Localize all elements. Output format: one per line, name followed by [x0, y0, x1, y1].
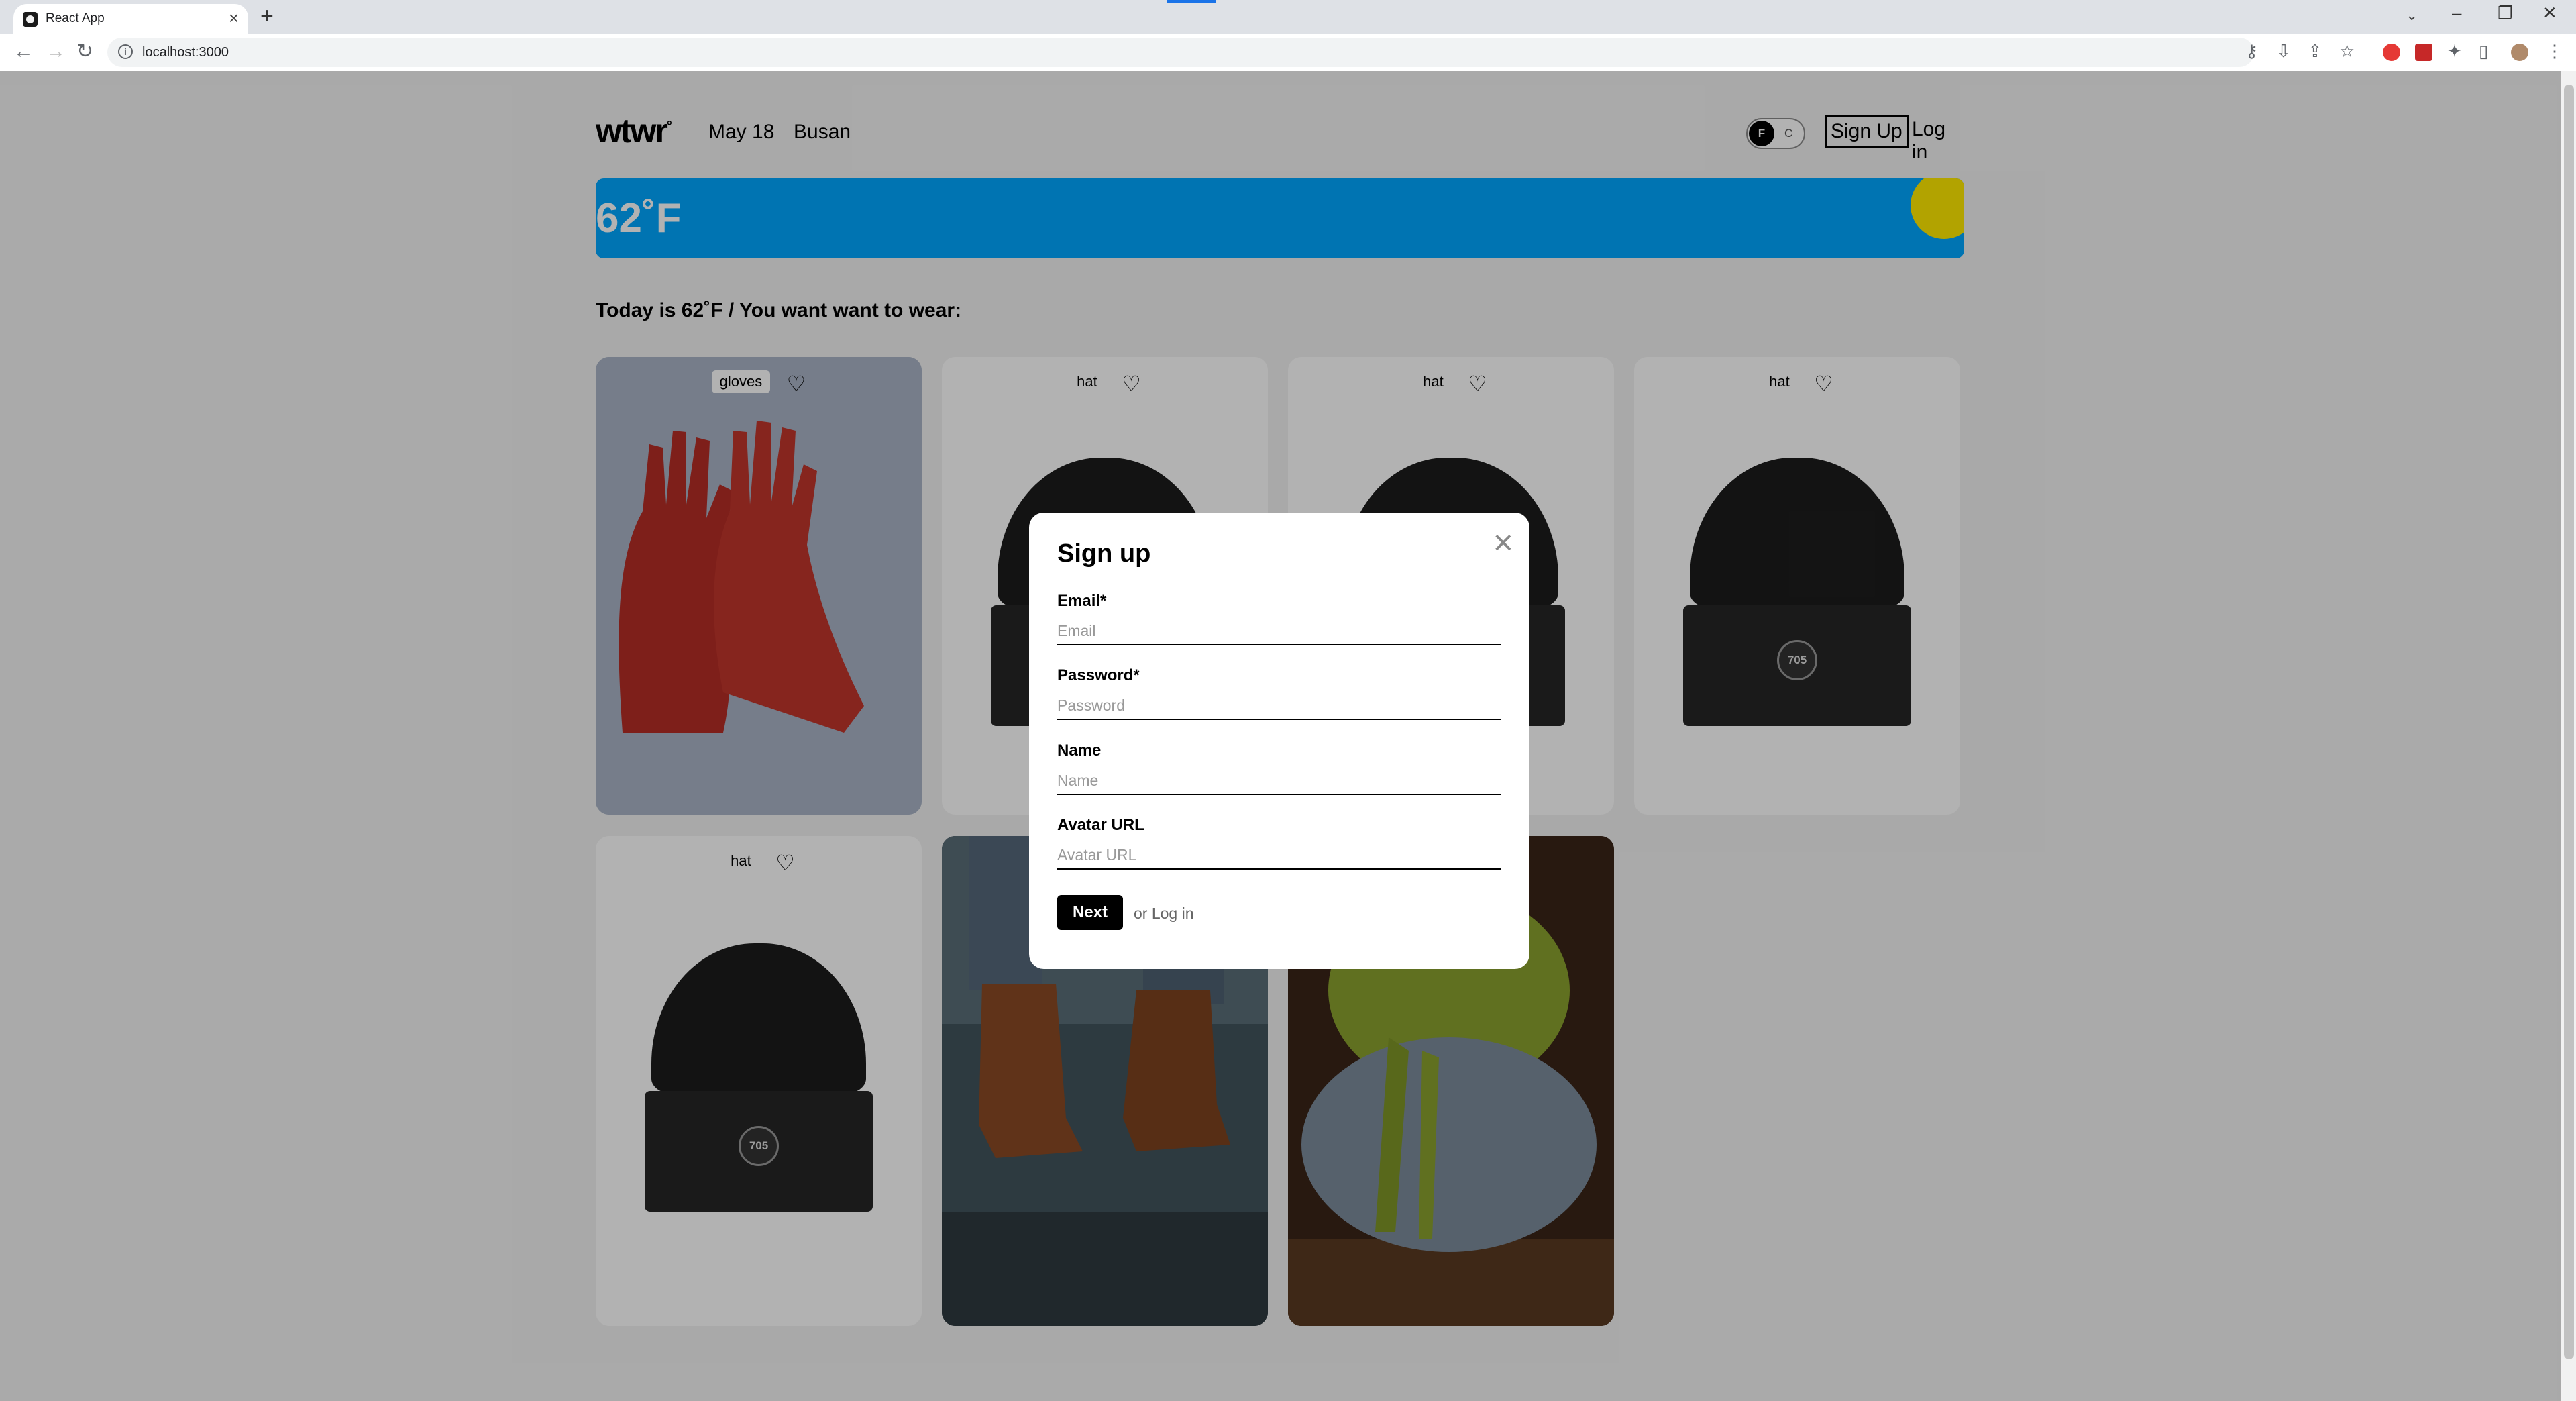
page-scrollbar[interactable] — [2561, 71, 2576, 1401]
browser-tab[interactable]: React App × — [13, 4, 248, 34]
react-favicon-icon — [23, 12, 38, 27]
profile-avatar[interactable] — [2511, 44, 2528, 61]
restore-icon[interactable]: ❐ — [2498, 3, 2513, 23]
address-bar[interactable]: i localhost:3000 — [107, 38, 2254, 67]
email-field-group: Email* — [1057, 592, 1501, 645]
tab-loading-indicator — [1167, 0, 1216, 3]
avatar-url-field-group: Avatar URL — [1057, 816, 1501, 870]
menu-kebab-icon[interactable]: ⋮ — [2546, 41, 2563, 61]
bookmark-star-icon[interactable]: ☆ — [2339, 41, 2355, 61]
email-label: Email* — [1057, 592, 1107, 610]
side-panel-icon[interactable]: ▯ — [2479, 41, 2488, 61]
email-input[interactable] — [1057, 617, 1501, 645]
scrollbar-thumb[interactable] — [2564, 85, 2574, 1359]
share-icon[interactable]: ⇪ — [2308, 41, 2322, 61]
close-icon[interactable]: × — [1493, 525, 1513, 560]
forward-icon[interactable]: → — [46, 41, 66, 62]
name-field-group: Name — [1057, 741, 1501, 795]
back-icon[interactable]: ← — [13, 41, 34, 62]
url-text: localhost:3000 — [142, 45, 229, 60]
key-icon[interactable]: ⚷ — [2245, 41, 2258, 61]
password-field-group: Password* — [1057, 666, 1501, 720]
reload-icon[interactable]: ↻ — [76, 41, 93, 62]
tab-search-chevron-icon[interactable]: ⌄ — [2406, 7, 2418, 24]
modal-title: Sign up — [1057, 539, 1151, 568]
next-button[interactable]: Next — [1057, 895, 1123, 930]
browser-toolbar: ← → ↻ i localhost:3000 ⚷ ⇩ ⇪ ☆ ✦ ▯ ⋮ — [0, 34, 2576, 70]
extensions-puzzle-icon[interactable]: ✦ — [2447, 41, 2462, 61]
avatar-url-input[interactable] — [1057, 841, 1501, 870]
site-info-icon[interactable]: i — [118, 44, 133, 59]
avatar-url-label: Avatar URL — [1057, 816, 1144, 834]
window-close-icon[interactable]: ✕ — [2542, 3, 2557, 23]
pdf-extension-icon[interactable] — [2415, 44, 2432, 61]
browser-tabstrip: React App × + ⌄ – ❐ ✕ — [0, 0, 2576, 34]
password-input[interactable] — [1057, 692, 1501, 720]
new-tab-icon[interactable]: + — [260, 4, 274, 28]
tab-close-icon[interactable]: × — [229, 9, 239, 27]
signup-modal: × Sign up Email* Password* Name Avatar U… — [1029, 513, 1529, 969]
name-label: Name — [1057, 741, 1102, 760]
name-input[interactable] — [1057, 767, 1501, 795]
or-login-link[interactable]: or Log in — [1134, 904, 1194, 923]
password-label: Password* — [1057, 666, 1140, 684]
tab-title: React App — [46, 11, 105, 25]
install-icon[interactable]: ⇩ — [2276, 41, 2291, 61]
minimize-icon[interactable]: – — [2452, 3, 2461, 23]
adblock-extension-icon[interactable] — [2383, 44, 2400, 61]
